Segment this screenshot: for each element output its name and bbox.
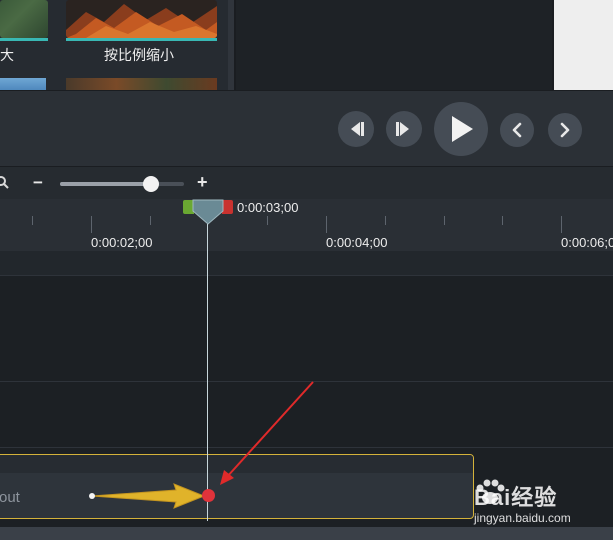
mountain-photo-icon [66, 0, 217, 38]
timeline-ruler[interactable]: 0:00:02;00 0:00:04;00 0:00:06;0 0:00:03;… [0, 199, 613, 251]
ruler-tick [32, 216, 33, 225]
thumbnail-left[interactable] [0, 0, 48, 38]
ruler-time-label: 0:00:04;00 [326, 235, 388, 250]
chevron-right-icon [560, 122, 570, 138]
thumbnail-right-accent [66, 38, 217, 41]
zoom-in-button[interactable]: + [197, 172, 208, 193]
watermark-url: jingyan.baidu.com [474, 511, 571, 525]
annotation-arrow-icon [220, 381, 314, 485]
thumbnail-row2-left[interactable] [0, 78, 46, 90]
ruler-tick [91, 216, 92, 233]
timeline-zoom-bar: − + [0, 166, 613, 199]
thumbnail-right-label: 按比例缩小 [104, 47, 174, 63]
track-separator [0, 275, 613, 276]
arrow-shape-icon[interactable] [86, 481, 216, 511]
playhead-handle[interactable] [192, 199, 224, 225]
preview-white-area [554, 0, 613, 90]
watermark: Bai经验 jingyan.baidu.com [470, 474, 610, 530]
ruler-tick [267, 216, 268, 225]
previous-button[interactable] [500, 113, 534, 147]
ruler-tick [150, 216, 151, 225]
next-button[interactable] [548, 113, 582, 147]
ruler-tick [561, 216, 562, 233]
thumbnail-left-label: 大 [0, 47, 14, 63]
thumbnail-right[interactable] [66, 0, 217, 38]
zoom-slider-handle[interactable] [143, 176, 159, 192]
preview-canvas [236, 0, 552, 90]
step-back-button[interactable] [338, 111, 374, 147]
step-forward-button[interactable] [386, 111, 422, 147]
zoom-out-button[interactable]: − [33, 173, 43, 193]
animation-endpoint-marker[interactable] [202, 489, 215, 502]
chevron-left-icon [512, 122, 522, 138]
ruler-tick [326, 216, 327, 233]
step-forward-icon [396, 122, 409, 136]
ruler-tick [502, 216, 503, 225]
ruler-time-label: 0:00:02;00 [91, 235, 153, 250]
play-button[interactable] [434, 102, 488, 156]
playhead-line [207, 224, 208, 521]
track-header-band [0, 251, 613, 275]
zoom-slider-fill [60, 182, 151, 186]
thumbnail-left-accent [0, 38, 48, 41]
media-library: 大 按比例缩小 [0, 0, 613, 90]
ruler-tick [385, 216, 386, 225]
search-icon[interactable] [0, 176, 10, 190]
ruler-time-label: 0:00:06;0 [561, 235, 613, 250]
playhead-time: 0:00:03;00 [237, 200, 299, 215]
ruler-tick [444, 216, 445, 225]
playback-controls [0, 90, 613, 166]
step-back-icon [351, 122, 364, 136]
play-icon [452, 116, 473, 142]
clip-label: out [0, 489, 20, 506]
thumbnail-row2-right[interactable] [66, 78, 217, 90]
watermark-brand: Bai经验 [474, 485, 558, 510]
